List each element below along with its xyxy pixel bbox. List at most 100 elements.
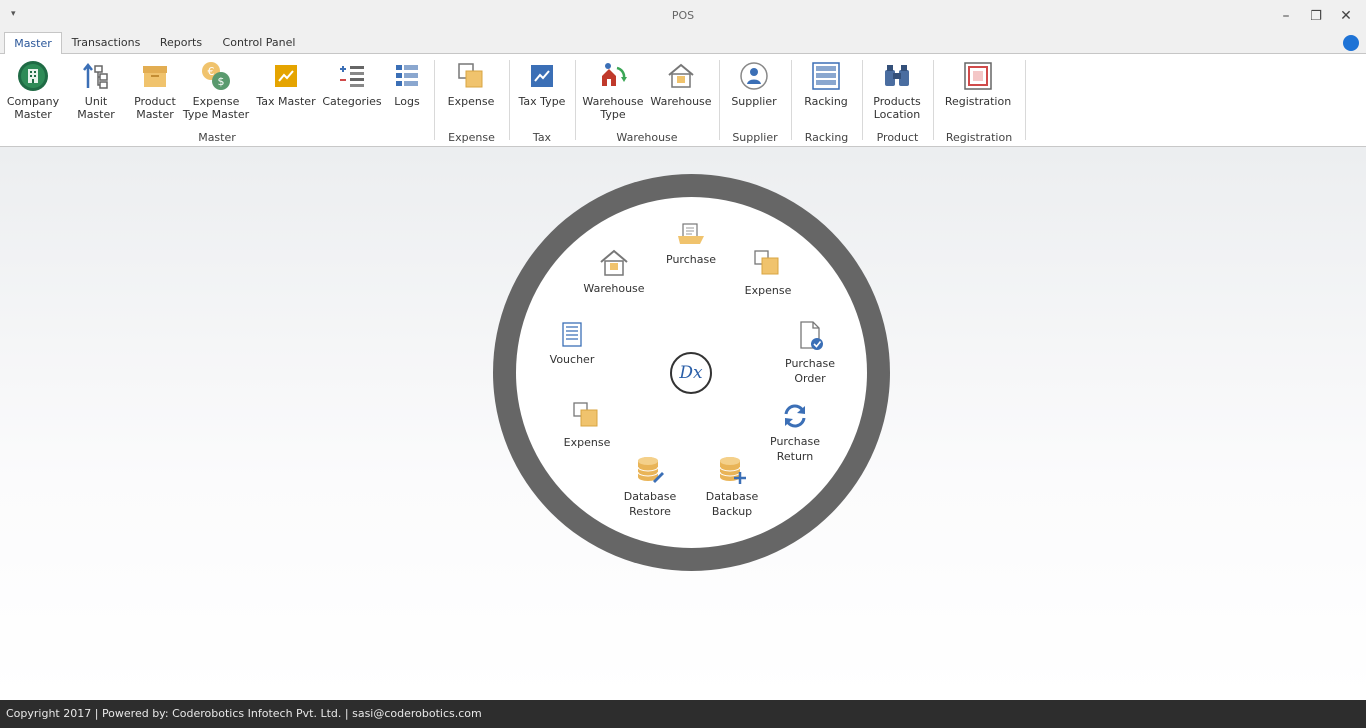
ribbon: Company Master Unit Master Product Maste… <box>0 54 1366 147</box>
tax-master-label: Tax Master <box>256 95 316 108</box>
help-icon[interactable] <box>1343 35 1359 51</box>
warehouse-type-icon <box>602 63 627 86</box>
radial-purchase-button[interactable]: Purchase <box>656 222 726 267</box>
ribbon-separator <box>434 60 435 140</box>
close-button[interactable]: ✕ <box>1334 6 1358 26</box>
supplier-label: Supplier <box>731 95 777 108</box>
product-master-label: Product Master <box>134 95 176 121</box>
restore-button[interactable]: ❐ <box>1304 6 1328 26</box>
status-bar: Copyright 2017 | Powered by: Coderobotic… <box>0 700 1366 728</box>
expense-type-master-label: Expense Type Master <box>182 95 250 121</box>
center-logo[interactable]: Dx <box>670 352 712 394</box>
company-master-label: Company Master <box>6 95 60 121</box>
radial-database-restore-label: Database Restore <box>623 490 677 518</box>
categories-button[interactable]: Categories <box>322 60 382 108</box>
registration-label: Registration <box>944 95 1012 108</box>
radial-expense-top-button[interactable]: Expense <box>733 249 803 298</box>
radial-purchase-label: Purchase <box>666 253 716 266</box>
group-warehouse-label: Warehouse <box>616 131 678 144</box>
logs-list-icon <box>396 65 418 86</box>
svg-text:€: € <box>208 65 215 78</box>
group-product-label: Product <box>876 131 919 144</box>
warehouse-button[interactable]: Warehouse <box>650 60 712 108</box>
product-box-icon <box>143 66 167 87</box>
registration-frame-icon <box>964 62 992 90</box>
products-location-button[interactable]: Products Location <box>866 60 928 121</box>
supplier-person-icon <box>740 62 768 90</box>
expense-button[interactable]: Expense <box>440 60 502 108</box>
radial-warehouse-button[interactable]: Warehouse <box>579 249 649 296</box>
radial-warehouse-label: Warehouse <box>583 282 645 295</box>
tax-type-label: Tax Type <box>518 95 566 108</box>
tab-reports[interactable]: Reports <box>152 32 210 54</box>
warehouse-type-button[interactable]: Warehouse Type <box>580 60 646 121</box>
radial-expense-bottom-button[interactable]: Expense <box>552 401 622 450</box>
expense-copy-icon <box>458 63 483 88</box>
expense-label: Expense <box>447 95 495 108</box>
tax-type-button[interactable]: Tax Type <box>514 60 570 108</box>
title-bar: ▾ POS – ❐ ✕ <box>0 0 1366 32</box>
tab-transactions[interactable]: Transactions <box>66 32 146 54</box>
ribbon-separator <box>791 60 792 140</box>
expense-type-master-button[interactable]: € $ Expense Type Master <box>182 60 250 121</box>
database-restore-icon <box>637 457 664 483</box>
radial-expense-top-label: Expense <box>744 284 792 297</box>
unit-master-label: Unit Master <box>77 95 115 121</box>
database-backup-icon <box>719 457 746 484</box>
registration-button[interactable]: Registration <box>940 60 1016 108</box>
radial-database-backup-label: Database Backup <box>705 490 759 518</box>
group-racking-label: Racking <box>804 131 849 144</box>
ribbon-separator <box>509 60 510 140</box>
supplier-button[interactable]: Supplier <box>726 60 782 108</box>
company-master-button[interactable]: Company Master <box>4 60 62 121</box>
racking-button[interactable]: Racking <box>798 60 854 108</box>
company-building-icon <box>18 61 48 91</box>
expense-copy-icon <box>573 402 598 427</box>
radial-voucher-button[interactable]: Voucher <box>537 322 607 367</box>
radial-purchase-order-label: Purchase Order <box>785 357 835 385</box>
radial-database-restore-button[interactable]: Database Restore <box>612 455 688 519</box>
voucher-document-icon <box>562 322 582 347</box>
ribbon-separator <box>862 60 863 140</box>
radial-purchase-order-button[interactable]: Purchase Order <box>772 320 848 386</box>
minimize-button[interactable]: – <box>1274 6 1298 26</box>
warehouse-type-label: Warehouse Type <box>582 95 644 121</box>
product-master-button[interactable]: Product Master <box>130 60 180 121</box>
expense-copy-icon <box>754 250 779 275</box>
ribbon-separator <box>1025 60 1026 140</box>
purchase-order-check-icon <box>800 321 823 350</box>
group-tax-label: Tax <box>532 131 552 144</box>
svg-text:$: $ <box>218 75 225 88</box>
warehouse-house-icon <box>668 63 694 88</box>
tax-type-chart-icon <box>531 65 553 87</box>
tab-master[interactable]: Master <box>4 32 62 55</box>
radial-purchase-return-label: Purchase Return <box>770 435 820 463</box>
unit-master-button[interactable]: Unit Master <box>66 60 126 121</box>
radial-database-backup-button[interactable]: Database Backup <box>694 455 770 519</box>
ribbon-separator <box>575 60 576 140</box>
logs-label: Logs <box>394 95 420 108</box>
purchase-folder-icon <box>678 223 704 244</box>
unit-hierarchy-icon <box>83 62 108 89</box>
purchase-return-refresh-icon <box>784 404 806 428</box>
currency-coins-icon: € $ <box>202 62 230 90</box>
racking-shelf-icon <box>812 62 840 90</box>
products-location-label: Products Location <box>873 95 921 121</box>
group-supplier-label: Supplier <box>732 131 778 144</box>
warehouse-label: Warehouse <box>650 95 712 108</box>
binoculars-icon <box>885 65 909 86</box>
group-master-label: Master <box>198 131 236 144</box>
radial-expense-bottom-label: Expense <box>563 436 611 449</box>
logs-button[interactable]: Logs <box>386 60 428 108</box>
ribbon-separator <box>719 60 720 140</box>
tab-control-panel[interactable]: Control Panel <box>216 32 302 54</box>
ribbon-tab-bar: Master Transactions Reports Control Pane… <box>0 32 1366 55</box>
warehouse-house-icon <box>600 249 628 276</box>
group-expense-label: Expense <box>448 131 495 144</box>
tax-master-button[interactable]: Tax Master <box>256 60 316 108</box>
ribbon-separator <box>933 60 934 140</box>
categories-label: Categories <box>322 95 382 108</box>
tax-chart-icon <box>275 65 297 87</box>
copyright-text: Copyright 2017 | Powered by: Coderobotic… <box>6 707 482 720</box>
window-title: POS <box>671 9 695 22</box>
